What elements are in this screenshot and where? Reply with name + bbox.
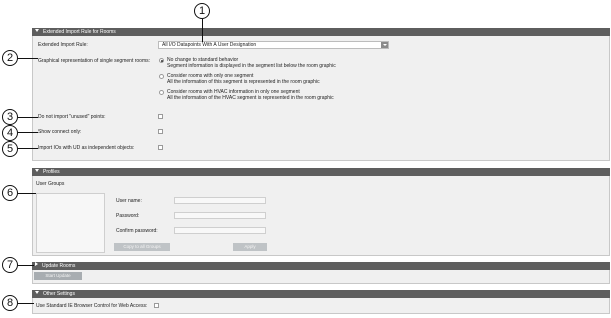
update-rooms-header[interactable]: Update Rooms (32, 262, 610, 270)
callout-5: 5 (2, 141, 18, 157)
option-desc-2: All the information of this segment is r… (167, 79, 320, 85)
dropdown-arrow-icon[interactable] (381, 42, 388, 48)
extended-import-title: Extended Import Rule for Rooms (43, 29, 116, 35)
unused-label: Do not import "unused" points: (38, 114, 106, 120)
confirm-password-label: Confirm password: (116, 228, 158, 234)
graphical-label: Graphical representation of single segme… (38, 58, 151, 64)
collapse-icon (35, 29, 39, 32)
ie-browser-checkbox[interactable] (154, 303, 159, 308)
expand-icon (35, 262, 38, 266)
collapse-icon (35, 169, 39, 172)
ios-label: Import IOs with UD as independent object… (38, 145, 135, 151)
update-rooms-title: Update Rooms (42, 263, 76, 269)
callout-1-leader (202, 19, 203, 42)
callout-6-leader (18, 193, 36, 194)
callout-5-leader (18, 148, 38, 149)
rule-dropdown[interactable]: All I/O Datapoints With A User Designati… (158, 41, 389, 49)
collapse-icon (35, 291, 39, 294)
callout-8: 8 (2, 295, 18, 311)
callout-7-leader (18, 265, 34, 266)
password-input[interactable] (174, 212, 266, 219)
profiles-title: Profiles (43, 169, 60, 175)
copy-to-all-groups-button[interactable]: Copy to all Groups (114, 243, 170, 251)
user-groups-label: User Groups (36, 181, 65, 187)
profiles-header[interactable]: Profiles (32, 168, 610, 176)
callout-1: 1 (194, 3, 210, 19)
callout-3-leader (18, 117, 38, 118)
ie-browser-label: Use Standard IE Browser Control for Web … (36, 303, 148, 309)
connect-label: Show connect only: (38, 129, 82, 135)
unused-checkbox[interactable] (158, 114, 163, 119)
user-groups-list[interactable] (36, 193, 105, 253)
option-desc-3: All the information of the HVAC segment … (167, 95, 334, 101)
rule-label: Extended Import Rule: (38, 42, 88, 48)
callout-7: 7 (2, 257, 18, 273)
ios-checkbox[interactable] (158, 145, 163, 150)
other-settings-header[interactable]: Other Settings (32, 290, 610, 298)
confirm-password-input[interactable] (174, 227, 266, 234)
extended-import-header[interactable]: Extended Import Rule for Rooms (32, 28, 610, 36)
rule-dropdown-value: All I/O Datapoints With A User Designati… (162, 42, 257, 48)
callout-3: 3 (2, 109, 18, 125)
radio-hvac-segment[interactable] (159, 90, 164, 95)
other-settings-title: Other Settings (43, 291, 75, 297)
username-input[interactable] (174, 197, 266, 204)
radio-one-segment[interactable] (159, 74, 164, 79)
callout-2-leader (18, 58, 38, 59)
radio-no-change[interactable] (159, 58, 164, 63)
start-update-button[interactable]: Start Update (34, 272, 82, 280)
callout-4-leader (18, 132, 38, 133)
password-label: Password: (116, 213, 140, 219)
option-desc-1: Segment information is displayed in the … (167, 63, 336, 69)
callout-8-leader (18, 303, 34, 304)
connect-checkbox[interactable] (158, 129, 163, 134)
username-label: User name: (116, 198, 142, 204)
apply-button[interactable]: Apply (233, 243, 267, 251)
callout-6: 6 (2, 185, 18, 201)
callout-4: 4 (2, 125, 18, 141)
callout-2: 2 (2, 50, 18, 66)
